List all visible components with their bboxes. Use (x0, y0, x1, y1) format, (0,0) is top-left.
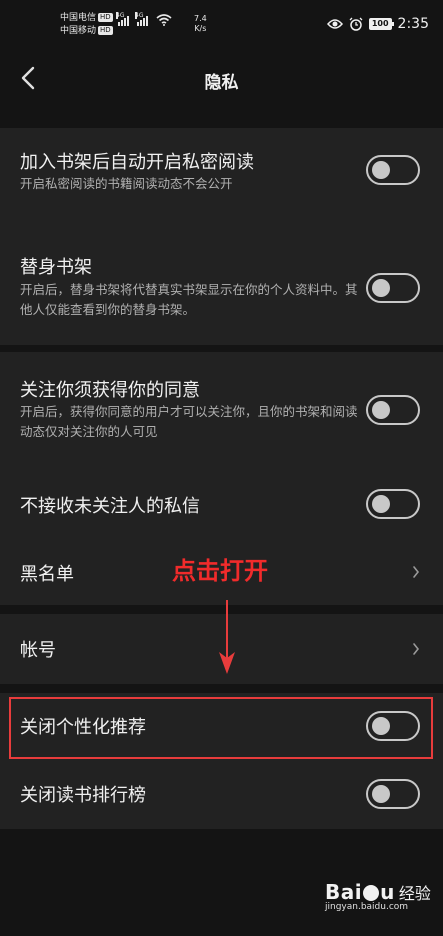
follow-consent-toggle[interactable] (366, 395, 420, 425)
toggle-knob (372, 279, 390, 297)
setting-title: 替身书架 (20, 257, 92, 278)
setting-title: 关闭读书排行榜 (20, 785, 146, 806)
reading-leaderboard-toggle[interactable] (366, 779, 420, 809)
chevron-right-icon (413, 566, 420, 578)
block-messages-toggle[interactable] (366, 489, 420, 519)
clock: 2:35 (397, 16, 429, 32)
setting-title: 黑名单 (20, 564, 74, 585)
alarm-icon (349, 17, 363, 31)
toggle-knob (372, 161, 390, 179)
wifi-icon (156, 14, 172, 26)
setting-row-private-reading[interactable]: 加入书架后自动开启私密阅读 开启私密阅读的书籍阅读动态不会公开 (0, 128, 443, 228)
arrow-down-icon (219, 600, 235, 674)
baidu-watermark: Bai u 经验 jingyan.baidu.com (325, 880, 431, 912)
watermark-logo: Bai u (325, 880, 395, 904)
battery-icon: 100 (368, 18, 394, 30)
private-reading-toggle[interactable] (366, 155, 420, 185)
annotation-text: 点击打开 (172, 557, 268, 585)
page-title: 隐私 (204, 73, 239, 93)
net-type-label-2: 4G (135, 12, 144, 19)
toggle-knob (372, 785, 390, 803)
setting-title: 不接收未关注人的私信 (20, 496, 200, 517)
setting-subtitle: 开启私密阅读的书籍阅读动态不会公开 (20, 176, 233, 191)
highlight-box (9, 697, 433, 759)
setting-subtitle: 开启后，获得你同意的用户才可以关注你，且你的书架和阅读动态仅对关注你的人可见 (20, 404, 358, 439)
watermark-cn: 经验 (398, 884, 431, 903)
setting-subtitle: 开启后，替身书架将代替真实书架显示在你的个人资料中。其他人仅能查看到你的替身书架… (20, 282, 358, 317)
speed-unit: K/s (194, 24, 207, 33)
status-right: 100 2:35 (326, 16, 429, 32)
toggle-knob (372, 401, 390, 419)
setting-row-reading-leaderboard[interactable]: 关闭读书排行榜 (0, 759, 443, 829)
carrier-2: 中国移动 (60, 26, 97, 36)
signal-icon: 4G (135, 12, 148, 26)
nav-header: 隐私 (0, 48, 443, 108)
network-indicators: 4G 4G (116, 12, 172, 26)
setting-title: 帐号 (20, 640, 56, 661)
setting-title: 加入书架后自动开启私密阅读 (20, 152, 254, 173)
paw-icon (363, 885, 380, 901)
network-speed: 7.4 K/s (194, 14, 207, 34)
settings-section-reading: 加入书架后自动开启私密阅读 开启私密阅读的书籍阅读动态不会公开 替身书架 开启后… (0, 128, 443, 345)
eye-icon (326, 19, 343, 29)
carrier-1: 中国电信 (60, 13, 97, 23)
hd-badge-2: HD (98, 26, 113, 35)
setting-title: 关注你须获得你的同意 (20, 380, 200, 401)
carrier-info: 中国电信 HD 中国移动 HD (60, 12, 113, 38)
setting-row-block-messages[interactable]: 不接收未关注人的私信 (0, 464, 443, 540)
watermark-logo-text: Bai (325, 880, 363, 904)
net-type-label-1: 4G (116, 12, 125, 19)
signal-icon: 4G (116, 12, 129, 26)
status-bar: 中国电信 HD 中国移动 HD 4G 4G 7.4 K/s 100 2:35 (0, 0, 443, 48)
chevron-right-icon (413, 643, 420, 655)
speed-value: 7.4 (194, 14, 207, 23)
watermark-logo-suffix: u (380, 880, 395, 904)
hd-badge-1: HD (98, 13, 113, 22)
setting-row-decoy-shelf[interactable]: 替身书架 开启后，替身书架将代替真实书架显示在你的个人资料中。其他人仅能查看到你… (0, 238, 443, 345)
decoy-shelf-toggle[interactable] (366, 273, 420, 303)
toggle-knob (372, 495, 390, 513)
setting-row-follow-consent[interactable]: 关注你须获得你的同意 开启后，获得你同意的用户才可以关注你，且你的书架和阅读动态… (0, 352, 443, 464)
